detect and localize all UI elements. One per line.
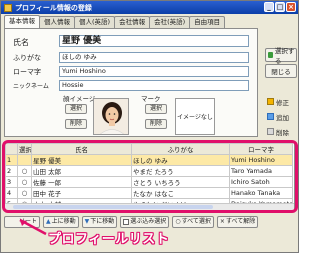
- furigana-label: ふりがな: [13, 54, 41, 62]
- pointer-arrow-icon: [19, 218, 47, 236]
- face-image-label: 顔イメージ: [63, 95, 96, 103]
- name-field[interactable]: 星野 優美: [59, 35, 249, 47]
- basic-info-panel: 氏名 星野 優美 ふりがな ほしの ゆみ ローマ字 Yumi Hoshino ニ…: [4, 28, 258, 137]
- cross-icon: ×: [219, 218, 225, 225]
- tab-bar: 基本情報 個人情報 個人(英語) 会社情報 会社(英語) 自由項目: [4, 15, 226, 28]
- title-bar: プロフィール情報の登録 _ □ ×: [1, 1, 298, 14]
- face-select-button[interactable]: 選択: [65, 104, 87, 114]
- edit-button-label: 修正: [276, 98, 289, 107]
- romaji-field[interactable]: Yumi Hoshino: [59, 66, 249, 77]
- list-highlight-frame: [2, 140, 298, 213]
- clear-all-label: すべて解除: [225, 218, 256, 225]
- down-arrow-icon: ▼: [84, 218, 90, 225]
- name-label: 氏名: [13, 38, 29, 47]
- remove-icon: [267, 128, 274, 135]
- remove-button-label: 削除: [276, 128, 289, 137]
- move-down-button[interactable]: ▼ 下に移動: [81, 216, 118, 228]
- select-all-button[interactable]: ○ すべて選択: [172, 216, 214, 228]
- minimize-button[interactable]: _: [264, 2, 274, 12]
- romaji-label: ローマ字: [13, 68, 41, 76]
- profile-list-caption: プロフィールリスト: [48, 232, 170, 247]
- select-all-label: すべて選択: [181, 218, 211, 225]
- portrait-image: [94, 99, 128, 134]
- app-icon: [4, 3, 12, 12]
- mark-select-button[interactable]: 選択: [145, 104, 167, 114]
- maximize-button[interactable]: □: [275, 2, 285, 12]
- face-photo: [93, 98, 129, 135]
- move-down-label: 下に移動: [90, 218, 115, 225]
- mark-image-placeholder: イメージなし: [175, 98, 215, 135]
- close-button-label: 閉じる: [271, 68, 291, 76]
- checkbox-icon: [123, 219, 130, 225]
- edit-button[interactable]: 修正: [265, 96, 297, 107]
- close-button[interactable]: 閉じる: [265, 64, 297, 78]
- window-controls: _ □ ×: [264, 2, 296, 12]
- select-only-button[interactable]: 選ぶ込み選択: [120, 216, 170, 228]
- circle-icon: ○: [175, 218, 181, 225]
- add-icon: [267, 113, 274, 120]
- close-window-button[interactable]: ×: [286, 2, 296, 12]
- mark-delete-button[interactable]: 削除: [145, 119, 167, 129]
- profile-window: プロフィール情報の登録 _ □ × 基本情報 個人情報 個人(英語) 会社情報 …: [0, 0, 299, 253]
- window-title: プロフィール情報の登録: [15, 3, 92, 12]
- tab-basic[interactable]: 基本情報: [4, 15, 40, 28]
- add-button-label: 追加: [276, 113, 289, 122]
- nickname-label: ニックネーム: [13, 83, 49, 90]
- add-button[interactable]: 追加: [265, 111, 297, 122]
- tab-company-en[interactable]: 会社(英語): [149, 16, 191, 28]
- furigana-field[interactable]: ほしの ゆみ: [59, 52, 249, 63]
- tab-free[interactable]: 自由項目: [189, 16, 226, 28]
- move-up-label: 上に移動: [51, 218, 76, 225]
- edit-icon: [267, 98, 274, 105]
- mark-label: マーク: [141, 95, 161, 103]
- face-delete-button[interactable]: 削除: [65, 119, 87, 129]
- tab-personal[interactable]: 個人情報: [39, 16, 75, 28]
- select-button[interactable]: 選択する: [265, 47, 297, 65]
- select-button-label: 選択する: [274, 47, 295, 65]
- remove-button[interactable]: 削除: [265, 126, 297, 137]
- check-icon: [268, 52, 273, 58]
- tab-personal-en[interactable]: 個人(英語): [74, 16, 116, 28]
- clear-all-button[interactable]: × すべて解除: [216, 216, 259, 228]
- nickname-field[interactable]: Hossie: [59, 80, 249, 91]
- tab-company[interactable]: 会社情報: [114, 16, 151, 28]
- select-only-label: 選ぶ込み選択: [130, 218, 167, 225]
